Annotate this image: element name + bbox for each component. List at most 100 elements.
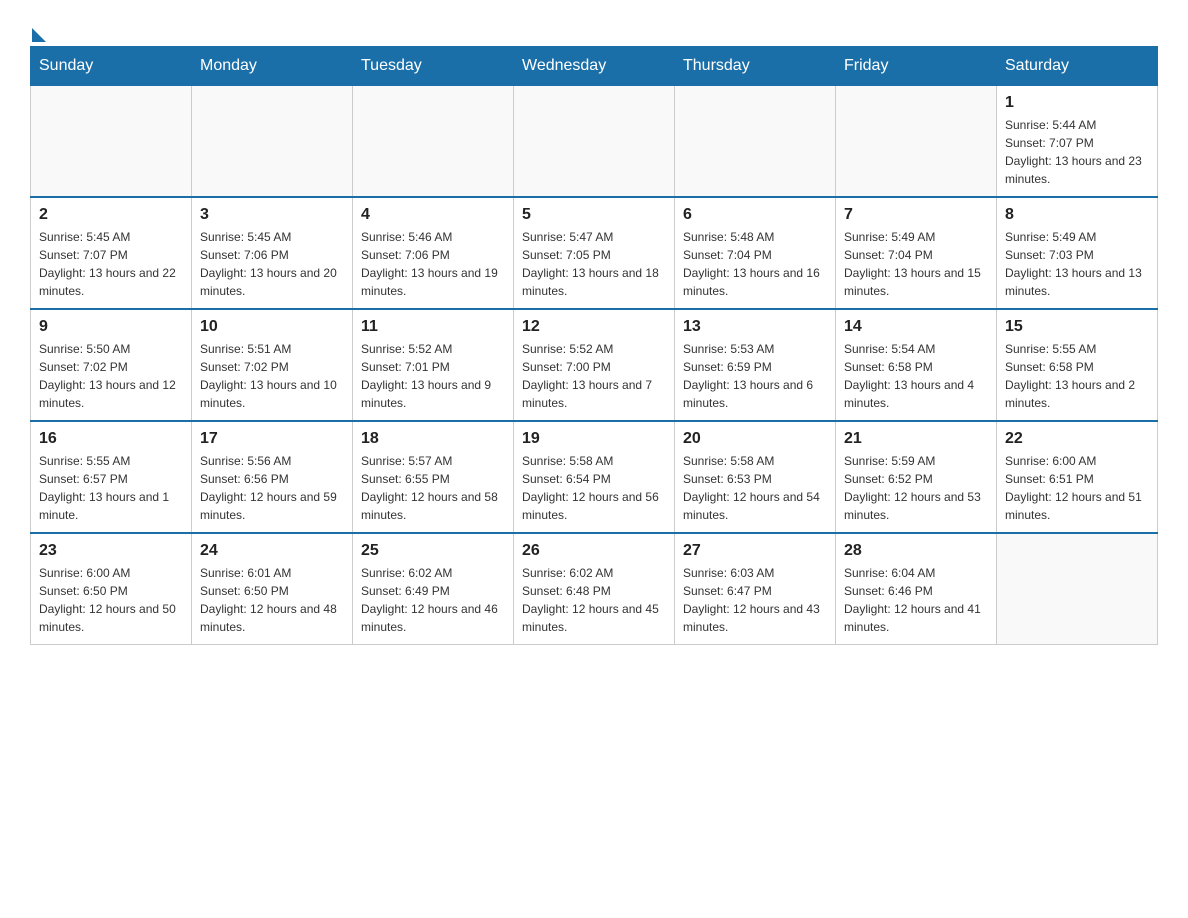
day-number: 21 xyxy=(844,430,988,448)
weekday-header-sunday: Sunday xyxy=(31,47,192,86)
day-info: Sunrise: 5:56 AMSunset: 6:56 PMDaylight:… xyxy=(200,452,344,524)
day-number: 10 xyxy=(200,318,344,336)
day-number: 28 xyxy=(844,542,988,560)
week-row-4: 16 Sunrise: 5:55 AMSunset: 6:57 PMDayligh… xyxy=(31,421,1158,533)
calendar-cell: 22 Sunrise: 6:00 AMSunset: 6:51 PMDayligh… xyxy=(997,421,1158,533)
day-number: 11 xyxy=(361,318,505,336)
calendar-cell: 5 Sunrise: 5:47 AMSunset: 7:05 PMDaylight… xyxy=(514,197,675,309)
day-number: 23 xyxy=(39,542,183,560)
day-number: 2 xyxy=(39,206,183,224)
day-info: Sunrise: 5:45 AMSunset: 7:06 PMDaylight:… xyxy=(200,228,344,300)
day-number: 3 xyxy=(200,206,344,224)
calendar-cell: 21 Sunrise: 5:59 AMSunset: 6:52 PMDayligh… xyxy=(836,421,997,533)
day-number: 9 xyxy=(39,318,183,336)
day-number: 1 xyxy=(1005,94,1149,112)
day-number: 22 xyxy=(1005,430,1149,448)
day-info: Sunrise: 5:52 AMSunset: 7:01 PMDaylight:… xyxy=(361,340,505,412)
calendar-cell: 3 Sunrise: 5:45 AMSunset: 7:06 PMDaylight… xyxy=(192,197,353,309)
day-number: 16 xyxy=(39,430,183,448)
weekday-header-thursday: Thursday xyxy=(675,47,836,86)
day-number: 12 xyxy=(522,318,666,336)
calendar-table: SundayMondayTuesdayWednesdayThursdayFrid… xyxy=(30,46,1158,645)
day-info: Sunrise: 5:58 AMSunset: 6:53 PMDaylight:… xyxy=(683,452,827,524)
day-info: Sunrise: 5:54 AMSunset: 6:58 PMDaylight:… xyxy=(844,340,988,412)
day-info: Sunrise: 5:57 AMSunset: 6:55 PMDaylight:… xyxy=(361,452,505,524)
day-info: Sunrise: 5:49 AMSunset: 7:04 PMDaylight:… xyxy=(844,228,988,300)
day-number: 5 xyxy=(522,206,666,224)
calendar-cell xyxy=(997,533,1158,645)
weekday-header-monday: Monday xyxy=(192,47,353,86)
page-header xyxy=(30,20,1158,36)
calendar-cell: 24 Sunrise: 6:01 AMSunset: 6:50 PMDayligh… xyxy=(192,533,353,645)
day-info: Sunrise: 6:00 AMSunset: 6:50 PMDaylight:… xyxy=(39,564,183,636)
day-number: 26 xyxy=(522,542,666,560)
day-number: 25 xyxy=(361,542,505,560)
calendar-cell: 7 Sunrise: 5:49 AMSunset: 7:04 PMDaylight… xyxy=(836,197,997,309)
day-info: Sunrise: 5:47 AMSunset: 7:05 PMDaylight:… xyxy=(522,228,666,300)
week-row-5: 23 Sunrise: 6:00 AMSunset: 6:50 PMDayligh… xyxy=(31,533,1158,645)
day-number: 18 xyxy=(361,430,505,448)
calendar-cell xyxy=(192,86,353,198)
day-number: 20 xyxy=(683,430,827,448)
calendar-cell xyxy=(31,86,192,198)
day-info: Sunrise: 6:00 AMSunset: 6:51 PMDaylight:… xyxy=(1005,452,1149,524)
calendar-cell: 16 Sunrise: 5:55 AMSunset: 6:57 PMDayligh… xyxy=(31,421,192,533)
weekday-header-friday: Friday xyxy=(836,47,997,86)
day-number: 19 xyxy=(522,430,666,448)
calendar-cell: 20 Sunrise: 5:58 AMSunset: 6:53 PMDayligh… xyxy=(675,421,836,533)
day-info: Sunrise: 5:59 AMSunset: 6:52 PMDaylight:… xyxy=(844,452,988,524)
day-info: Sunrise: 6:02 AMSunset: 6:48 PMDaylight:… xyxy=(522,564,666,636)
weekday-header-row: SundayMondayTuesdayWednesdayThursdayFrid… xyxy=(31,47,1158,86)
logo-arrow-icon xyxy=(32,28,46,42)
calendar-cell: 23 Sunrise: 6:00 AMSunset: 6:50 PMDayligh… xyxy=(31,533,192,645)
calendar-cell: 26 Sunrise: 6:02 AMSunset: 6:48 PMDayligh… xyxy=(514,533,675,645)
day-info: Sunrise: 5:51 AMSunset: 7:02 PMDaylight:… xyxy=(200,340,344,412)
calendar-cell xyxy=(836,86,997,198)
calendar-cell: 4 Sunrise: 5:46 AMSunset: 7:06 PMDaylight… xyxy=(353,197,514,309)
day-number: 27 xyxy=(683,542,827,560)
day-number: 7 xyxy=(844,206,988,224)
week-row-2: 2 Sunrise: 5:45 AMSunset: 7:07 PMDaylight… xyxy=(31,197,1158,309)
calendar-cell: 1 Sunrise: 5:44 AMSunset: 7:07 PMDaylight… xyxy=(997,86,1158,198)
day-number: 13 xyxy=(683,318,827,336)
day-info: Sunrise: 5:53 AMSunset: 6:59 PMDaylight:… xyxy=(683,340,827,412)
calendar-cell: 19 Sunrise: 5:58 AMSunset: 6:54 PMDayligh… xyxy=(514,421,675,533)
day-info: Sunrise: 5:52 AMSunset: 7:00 PMDaylight:… xyxy=(522,340,666,412)
week-row-1: 1 Sunrise: 5:44 AMSunset: 7:07 PMDaylight… xyxy=(31,86,1158,198)
day-info: Sunrise: 5:45 AMSunset: 7:07 PMDaylight:… xyxy=(39,228,183,300)
day-info: Sunrise: 5:50 AMSunset: 7:02 PMDaylight:… xyxy=(39,340,183,412)
calendar-cell: 13 Sunrise: 5:53 AMSunset: 6:59 PMDayligh… xyxy=(675,309,836,421)
calendar-cell xyxy=(514,86,675,198)
day-info: Sunrise: 5:55 AMSunset: 6:57 PMDaylight:… xyxy=(39,452,183,524)
calendar-cell: 8 Sunrise: 5:49 AMSunset: 7:03 PMDaylight… xyxy=(997,197,1158,309)
calendar-cell: 17 Sunrise: 5:56 AMSunset: 6:56 PMDayligh… xyxy=(192,421,353,533)
day-info: Sunrise: 6:02 AMSunset: 6:49 PMDaylight:… xyxy=(361,564,505,636)
logo xyxy=(30,20,46,36)
day-info: Sunrise: 5:44 AMSunset: 7:07 PMDaylight:… xyxy=(1005,116,1149,188)
day-number: 24 xyxy=(200,542,344,560)
day-info: Sunrise: 5:46 AMSunset: 7:06 PMDaylight:… xyxy=(361,228,505,300)
calendar-cell: 14 Sunrise: 5:54 AMSunset: 6:58 PMDayligh… xyxy=(836,309,997,421)
day-number: 15 xyxy=(1005,318,1149,336)
calendar-cell: 25 Sunrise: 6:02 AMSunset: 6:49 PMDayligh… xyxy=(353,533,514,645)
calendar-cell xyxy=(675,86,836,198)
weekday-header-saturday: Saturday xyxy=(997,47,1158,86)
day-info: Sunrise: 5:49 AMSunset: 7:03 PMDaylight:… xyxy=(1005,228,1149,300)
calendar-cell: 11 Sunrise: 5:52 AMSunset: 7:01 PMDayligh… xyxy=(353,309,514,421)
calendar-cell xyxy=(353,86,514,198)
day-number: 8 xyxy=(1005,206,1149,224)
day-info: Sunrise: 6:01 AMSunset: 6:50 PMDaylight:… xyxy=(200,564,344,636)
day-number: 17 xyxy=(200,430,344,448)
calendar-cell: 15 Sunrise: 5:55 AMSunset: 6:58 PMDayligh… xyxy=(997,309,1158,421)
calendar-cell: 27 Sunrise: 6:03 AMSunset: 6:47 PMDayligh… xyxy=(675,533,836,645)
calendar-cell: 9 Sunrise: 5:50 AMSunset: 7:02 PMDaylight… xyxy=(31,309,192,421)
day-info: Sunrise: 5:55 AMSunset: 6:58 PMDaylight:… xyxy=(1005,340,1149,412)
day-info: Sunrise: 5:58 AMSunset: 6:54 PMDaylight:… xyxy=(522,452,666,524)
calendar-cell: 10 Sunrise: 5:51 AMSunset: 7:02 PMDayligh… xyxy=(192,309,353,421)
day-info: Sunrise: 6:03 AMSunset: 6:47 PMDaylight:… xyxy=(683,564,827,636)
day-number: 14 xyxy=(844,318,988,336)
day-number: 4 xyxy=(361,206,505,224)
calendar-cell: 28Sunrise: 6:04 AMSunset: 6:46 PMDayligh… xyxy=(836,533,997,645)
calendar-cell: 18 Sunrise: 5:57 AMSunset: 6:55 PMDayligh… xyxy=(353,421,514,533)
day-info: Sunrise: 5:48 AMSunset: 7:04 PMDaylight:… xyxy=(683,228,827,300)
